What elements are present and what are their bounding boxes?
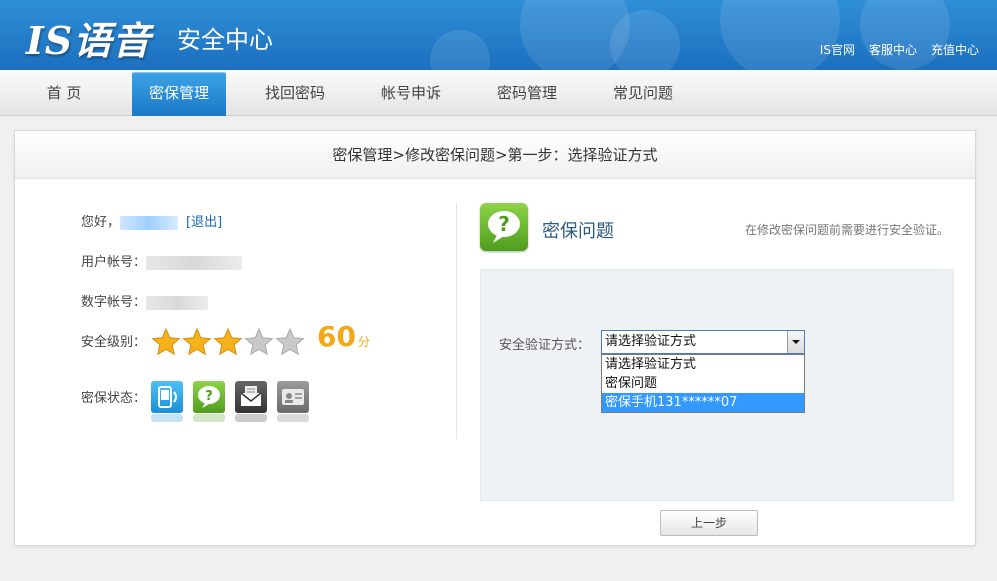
verify-method-selected: 请选择验证方式 — [605, 334, 697, 349]
masked-account — [146, 255, 243, 270]
tab-faq[interactable]: 常见问题 — [596, 70, 690, 116]
id-card-icon[interactable] — [277, 381, 309, 422]
greeting-label: 您好， — [81, 215, 121, 230]
tab-recover-password[interactable]: 找回密码 — [248, 70, 342, 116]
numeric-account-row: 数字帐号： — [81, 291, 209, 315]
tab-security-management[interactable]: 密保管理 — [132, 72, 226, 116]
masked-numeric-account — [146, 295, 209, 310]
security-question-hint: 在修改密保问题前需要进行安全验证。 — [744, 223, 949, 237]
security-level-label: 安全级别： — [81, 335, 147, 350]
security-level-row: 安全级别： 60 分 — [81, 323, 401, 356]
security-status-icons: ? — [151, 381, 309, 422]
tab-account-appeal[interactable]: 帐号申诉 — [364, 70, 458, 116]
score-value: 60 — [317, 320, 356, 353]
header-bubble — [610, 10, 680, 70]
column-divider — [456, 203, 457, 439]
breadcrumb: 密保管理>修改密保问题>第一步：选择验证方式 — [15, 131, 975, 179]
question-icon[interactable]: ? — [193, 381, 225, 422]
verify-method-dropdown: 请选择验证方式 密保问题 密保手机131******07 — [601, 354, 805, 413]
main-card: 密保管理>修改密保问题>第一步：选择验证方式 您好， [退出] 用户帐号： 数字帐… — [14, 130, 976, 546]
link-is-official[interactable]: IS官网 — [820, 41, 855, 58]
tab-password-management[interactable]: 密码管理 — [480, 70, 574, 116]
verify-method-label: 安全验证方式： — [499, 338, 591, 353]
email-icon[interactable] — [235, 381, 267, 422]
security-question-icon: ? — [480, 203, 528, 251]
verify-panel: 安全验证方式： 请选择验证方式 请选择验证方式 密保问题 密保手机131****… — [480, 269, 954, 501]
greeting-row: 您好， [退出] — [81, 211, 222, 235]
verify-method-select[interactable]: 请选择验证方式 — [601, 330, 805, 354]
link-recharge[interactable]: 充值中心 — [931, 41, 979, 58]
main-nav: 首 页 密保管理 找回密码 帐号申诉 密码管理 常见问题 — [0, 70, 997, 116]
dropdown-option[interactable]: 请选择验证方式 — [602, 355, 804, 374]
header-bubble — [860, 0, 950, 70]
link-customer-service[interactable]: 客服中心 — [869, 41, 917, 58]
masked-username — [120, 215, 179, 230]
logout-link[interactable]: [退出] — [186, 215, 222, 230]
chevron-down-icon[interactable] — [787, 331, 804, 353]
tab-home[interactable]: 首 页 — [18, 70, 110, 116]
star-filled-icon — [151, 327, 181, 356]
star-empty-icon — [244, 327, 274, 356]
prev-step-button[interactable]: 上一步 — [660, 510, 758, 536]
security-score: 60 分 — [317, 323, 370, 354]
security-status-label: 密保状态： — [81, 391, 147, 406]
phone-icon[interactable] — [151, 381, 183, 422]
account-row: 用户帐号： — [81, 251, 243, 275]
svg-text:?: ? — [498, 212, 510, 236]
svg-text:?: ? — [205, 389, 213, 404]
header-bubble — [720, 0, 840, 70]
top-links: IS官网 客服中心 充值中心 — [820, 41, 979, 58]
dropdown-option[interactable]: 密保问题 — [602, 374, 804, 393]
site-header: IS语音 安全中心 IS官网 客服中心 充值中心 — [0, 0, 997, 70]
numeric-account-label: 数字帐号： — [81, 295, 147, 310]
star-empty-icon — [275, 327, 305, 356]
security-status-row: 密保状态： ? — [81, 381, 401, 422]
site-subtitle: 安全中心 — [177, 26, 273, 54]
security-question-title: 密保问题 — [542, 221, 614, 242]
security-stars — [151, 327, 305, 357]
score-unit: 分 — [357, 335, 370, 349]
star-filled-icon — [213, 327, 243, 356]
header-bubble — [430, 30, 490, 70]
dropdown-option[interactable]: 密保手机131******07 — [602, 393, 804, 412]
site-logo[interactable]: IS语音 — [26, 10, 151, 65]
star-filled-icon — [182, 327, 212, 356]
account-label: 用户帐号： — [81, 255, 147, 270]
